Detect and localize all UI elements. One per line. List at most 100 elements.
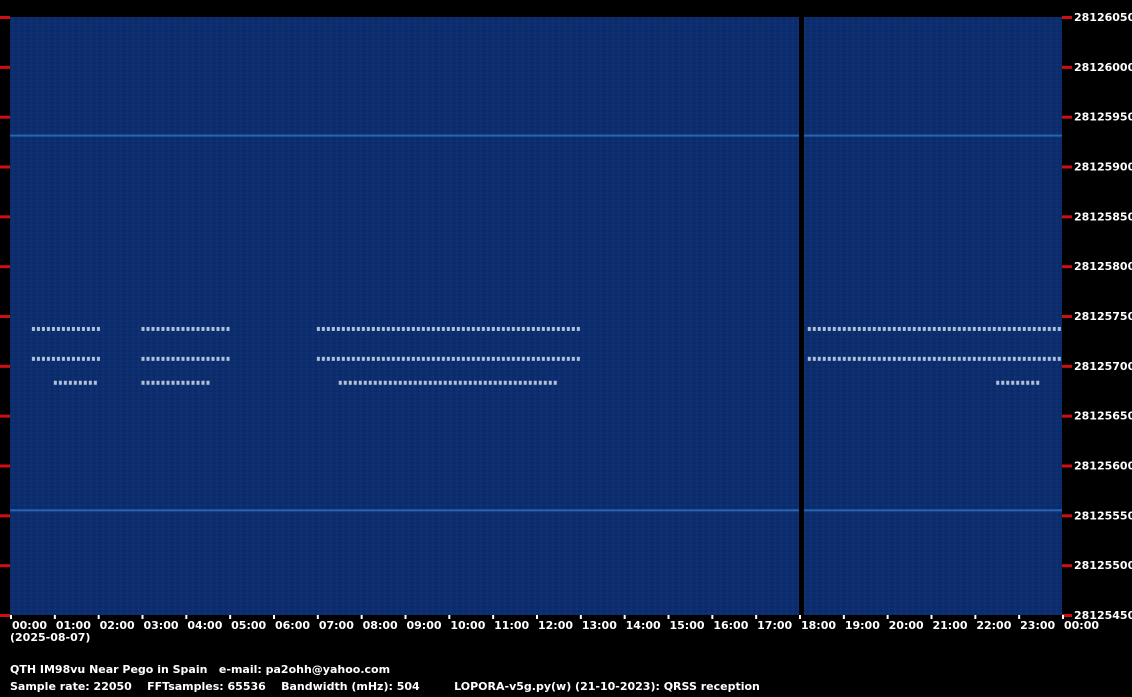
signal-dash xyxy=(146,380,150,385)
signal-dash xyxy=(548,380,552,385)
x-tick-label: 12:00 xyxy=(538,619,573,632)
x-tick-label: 17:00 xyxy=(757,619,792,632)
signal-dash xyxy=(366,326,370,331)
signal-dash xyxy=(358,380,362,385)
signal-dash xyxy=(882,356,886,361)
signal-dash xyxy=(1047,356,1051,361)
signal-dash xyxy=(181,356,185,361)
signal-dash xyxy=(356,356,360,361)
signal-dash xyxy=(456,326,460,331)
signal-dash xyxy=(93,380,97,385)
signal-dash xyxy=(391,326,395,331)
signal-dash xyxy=(912,356,916,361)
signal-dash xyxy=(1027,356,1031,361)
x-tick-label: 10:00 xyxy=(450,619,485,632)
signal-dash xyxy=(363,380,367,385)
signal-dash xyxy=(551,356,555,361)
signal-dash xyxy=(463,380,467,385)
signal-dash xyxy=(867,326,871,331)
x-tick-label: 09:00 xyxy=(407,619,442,632)
signal-dash xyxy=(206,356,210,361)
signal-dash xyxy=(36,356,40,361)
signal-dash xyxy=(1026,380,1030,385)
signal-dash xyxy=(211,356,215,361)
y-tick-right xyxy=(1062,464,1072,468)
signal-dash xyxy=(321,356,325,361)
signal-dash xyxy=(937,356,941,361)
y-tick-left xyxy=(0,315,10,318)
signal-dash xyxy=(867,356,871,361)
program-info: LOPORA-v5g.py(w) (21-10-2023): QRSS rece… xyxy=(454,680,760,693)
spectrogram: 28126050 28126000 28125950 28125900 28125850… xyxy=(0,11,1132,644)
signal-dash xyxy=(546,356,550,361)
signal-dash xyxy=(496,356,500,361)
signal-dash xyxy=(431,356,435,361)
signal-dash xyxy=(336,356,340,361)
signal-dash xyxy=(428,380,432,385)
signal-dash xyxy=(817,356,821,361)
signal-dash xyxy=(837,356,841,361)
signal-dash xyxy=(388,380,392,385)
y-tick-label: 28125850 xyxy=(1074,210,1132,223)
x-tick-label: 21:00 xyxy=(933,619,968,632)
y-tick-right xyxy=(1062,16,1072,19)
signal-dash xyxy=(523,380,527,385)
signal-dash xyxy=(952,326,956,331)
signal-dash xyxy=(413,380,417,385)
y-tick-left xyxy=(0,65,10,69)
signal-dash xyxy=(942,326,946,331)
y-tick-label: 28125750 xyxy=(1074,310,1132,323)
x-tick-label: 19:00 xyxy=(845,619,880,632)
signal-dash xyxy=(181,380,185,385)
y-tick-right xyxy=(1062,65,1072,69)
signal-dash xyxy=(411,356,415,361)
signal-dash xyxy=(371,326,375,331)
bandwidth: Bandwidth (mHz): 504 xyxy=(281,680,420,693)
signal-dash xyxy=(847,326,851,331)
signal-dash xyxy=(426,326,430,331)
signal-dash xyxy=(36,326,40,331)
y-tick-right xyxy=(1062,315,1072,318)
signal-dash xyxy=(161,326,165,331)
signal-dash xyxy=(852,326,856,331)
signal-dash xyxy=(346,326,350,331)
signal-dash xyxy=(897,356,901,361)
signal-dash xyxy=(822,326,826,331)
signal-dash xyxy=(481,356,485,361)
signal-dash xyxy=(196,356,200,361)
signal-dash xyxy=(446,356,450,361)
signal-dash xyxy=(331,356,335,361)
signal-dash xyxy=(506,356,510,361)
signal-dash xyxy=(476,326,480,331)
signal-dash xyxy=(987,356,991,361)
signal-dash xyxy=(516,356,520,361)
signal-dash xyxy=(348,380,352,385)
signal-dash xyxy=(393,380,397,385)
signal-dash xyxy=(191,356,195,361)
signal-dash xyxy=(556,356,560,361)
x-tick-label: 23:00 xyxy=(1020,619,1055,632)
x-tick-label: 20:00 xyxy=(889,619,924,632)
signal-dash xyxy=(506,326,510,331)
signal-dash xyxy=(171,326,175,331)
signal-dash xyxy=(51,326,55,331)
y-tick-left xyxy=(0,265,10,269)
signal-dash xyxy=(513,380,517,385)
signal-dash xyxy=(478,380,482,385)
plot-area xyxy=(10,17,1062,615)
signal-dash xyxy=(326,356,330,361)
signal-dash xyxy=(987,326,991,331)
signal-dash xyxy=(86,326,90,331)
signal-dash xyxy=(483,380,487,385)
signal-dash xyxy=(972,326,976,331)
signal-dash xyxy=(907,356,911,361)
signal-dash xyxy=(146,356,150,361)
signal-dash xyxy=(1037,356,1041,361)
signal-dash xyxy=(391,356,395,361)
x-tick-label: 13:00 xyxy=(582,619,617,632)
signal-dash xyxy=(1057,356,1061,361)
signal-dash xyxy=(216,356,220,361)
signal-dash xyxy=(381,356,385,361)
signal-dash xyxy=(842,326,846,331)
signal-dash xyxy=(872,326,876,331)
